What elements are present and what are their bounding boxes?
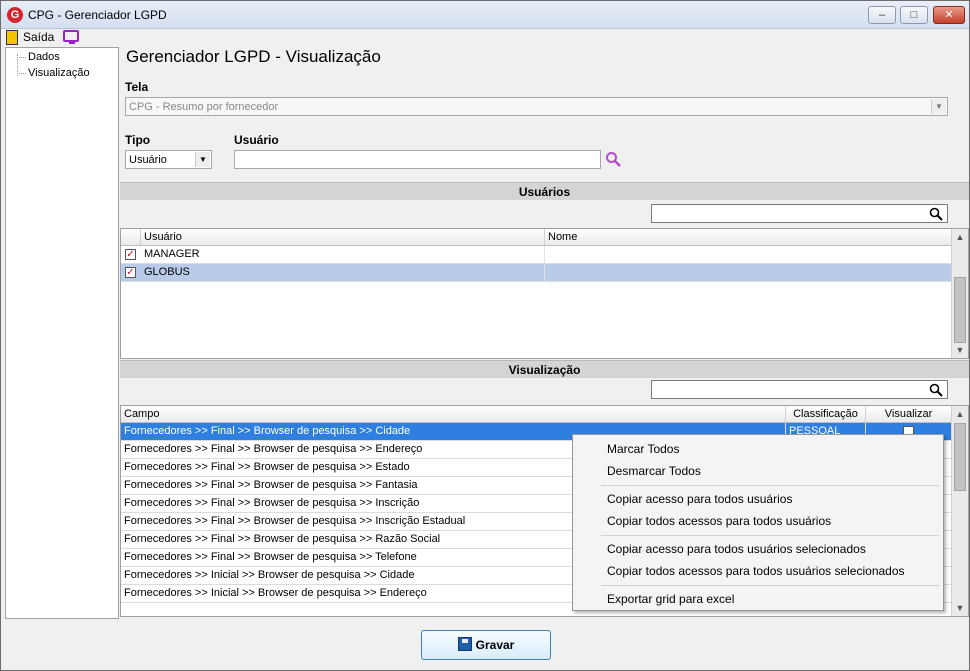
usuario-input[interactable] [234,150,601,169]
tree-item-visualizacao[interactable]: Visualização [28,67,90,79]
row-checkbox[interactable]: ✓ [125,249,136,260]
save-button-label: Gravar [475,638,515,652]
cell-usuario: MANAGER [141,246,545,263]
menu-item-copiar-acesso-todos[interactable]: Copiar acesso para todos usuários [607,492,792,506]
tipo-label: Tipo [125,133,151,147]
monitor-icon[interactable] [63,30,79,44]
grid-header-visualizar[interactable]: Visualizar [866,406,952,423]
exit-button[interactable]: Saída [23,30,54,44]
scroll-up-icon[interactable]: ▲ [952,229,968,245]
cell-nome [545,246,952,263]
grid-header-check [121,229,141,246]
scroll-thumb[interactable] [954,423,966,491]
app-logo-icon: G [7,7,23,23]
menu-item-desmarcar-todos[interactable]: Desmarcar Todos [607,464,701,478]
tipo-select-value: Usuário [129,154,167,166]
row-checkbox[interactable]: ✓ [125,267,136,278]
search-icon[interactable] [929,383,943,397]
usuarios-section-header: Usuários [120,182,969,200]
tela-label: Tela [125,80,149,94]
chevron-down-icon[interactable]: ▼ [931,99,946,114]
usuarios-filter-input[interactable] [651,204,948,223]
context-menu: Marcar Todos Desmarcar Todos Copiar aces… [572,434,944,611]
scroll-thumb[interactable] [954,277,966,343]
menu-item-copiar-todos-acessos-selecionados[interactable]: Copiar todos acessos para todos usuários… [607,564,905,578]
tree-item-dados[interactable]: Dados [28,51,60,63]
chevron-down-icon[interactable]: ▼ [195,152,210,167]
close-button[interactable]: ✕ [933,6,965,24]
tree-connector [17,73,26,74]
cell-usuario: GLOBUS [141,264,545,281]
visualizacao-filter-input[interactable] [651,380,948,399]
menu-item-copiar-acesso-selecionados[interactable]: Copiar acesso para todos usuários seleci… [607,542,866,556]
search-icon[interactable] [605,151,622,168]
menu-separator [601,535,939,536]
visualizacao-section-header: Visualização [120,360,969,378]
table-row[interactable]: ✓ MANAGER [121,246,952,264]
menu-item-copiar-todos-acessos-todos[interactable]: Copiar todos acessos para todos usuários [607,514,831,528]
page-title: Gerenciador LGPD - Visualização [126,47,381,66]
search-icon[interactable] [929,207,943,221]
usuario-label: Usuário [234,133,279,147]
floppy-disk-icon [457,637,472,651]
grid-header-classificacao[interactable]: Classificação [786,406,866,423]
scroll-up-icon[interactable]: ▲ [952,406,968,422]
exit-door-icon[interactable] [6,30,18,45]
cell-nome [545,264,952,281]
title-bar: G CPG - Gerenciador LGPD – □ ✕ [1,1,969,29]
grid-header-campo[interactable]: Campo [121,406,786,423]
minimize-button[interactable]: – [868,6,896,24]
scroll-down-icon[interactable]: ▼ [952,600,968,616]
grid-header-usuario[interactable]: Usuário [141,229,545,246]
grid-header-nome[interactable]: Nome [545,229,952,246]
visualizacao-scrollbar[interactable]: ▲ ▼ [951,406,968,616]
table-row[interactable]: ✓ GLOBUS [121,264,952,282]
tela-select-value: CPG - Resumo por fornecedor [129,101,279,113]
menu-separator [601,585,939,586]
menu-separator [601,485,939,486]
scroll-down-icon[interactable]: ▼ [952,342,968,358]
nav-tree: Dados Visualização [5,47,119,619]
window-title: CPG - Gerenciador LGPD [28,8,167,22]
usuarios-grid[interactable]: Usuário Nome ✓ MANAGER ✓ GLOBUS ▲ ▼ [120,228,969,359]
tipo-select[interactable]: Usuário ▼ [125,150,212,169]
menu-item-exportar-excel[interactable]: Exportar grid para excel [607,592,734,606]
usuarios-scrollbar[interactable]: ▲ ▼ [951,229,968,358]
tela-select[interactable]: CPG - Resumo por fornecedor ▼ [125,97,948,116]
maximize-button[interactable]: □ [900,6,928,24]
app-window: G CPG - Gerenciador LGPD – □ ✕ Saída Dad… [0,0,970,671]
menu-item-marcar-todos[interactable]: Marcar Todos [607,442,679,456]
save-button[interactable]: Gravar [421,630,551,660]
tree-connector [17,57,26,58]
